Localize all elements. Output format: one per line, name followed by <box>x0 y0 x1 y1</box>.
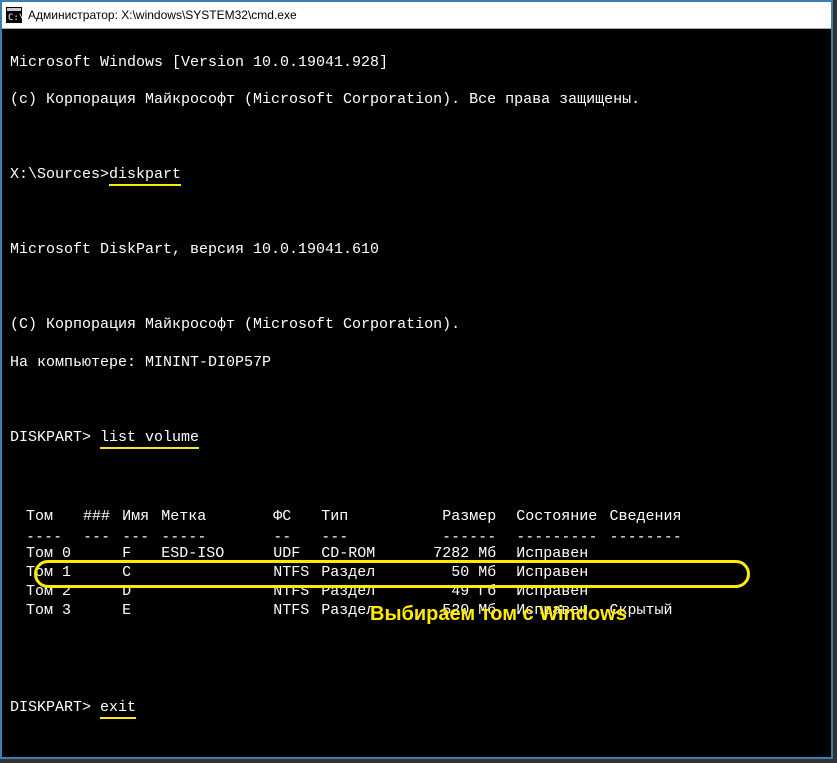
banner-line: Microsoft Windows [Version 10.0.19041.92… <box>10 54 823 73</box>
diskpart-prompt-line: DISKPART> list volume <box>10 429 823 448</box>
prompt-line: X:\Sources>diskpart <box>10 166 823 185</box>
cmd-diskpart: diskpart <box>109 166 181 186</box>
prompt: X:\Sources> <box>10 166 109 183</box>
col-state: Состояние <box>516 508 609 527</box>
banner-line: (c) Корпорация Майкрософт (Microsoft Cor… <box>10 91 823 110</box>
table-row: Том 1 C NTFS Раздел 50 Мб Исправен <box>26 564 694 583</box>
diskpart-prompt-line: DISKPART> exit <box>10 699 823 718</box>
col-name: Имя <box>122 508 161 527</box>
diskpart-prompt: DISKPART> <box>10 429 100 446</box>
table-header-row: Том ### Имя Метка ФС Тип Размер Состояни… <box>26 508 694 527</box>
table-row: Том 0 F ESD-ISO UDF CD-ROM 7282 Мб Испра… <box>26 545 694 564</box>
titlebar[interactable]: C:\ Администратор: X:\windows\SYSTEM32\c… <box>2 2 831 29</box>
cmd-list-volume: list volume <box>100 429 199 449</box>
col-type: Тип <box>321 508 433 527</box>
diskpart-banner: Microsoft DiskPart, версия 10.0.19041.61… <box>10 241 823 260</box>
col-tom: Том <box>26 508 83 527</box>
col-label: Метка <box>161 508 273 527</box>
diskpart-prompt: DISKPART> <box>10 699 100 716</box>
volume-table-wrap: Том ### Имя Метка ФС Тип Размер Состояни… <box>10 485 823 681</box>
table-row-highlighted: Том 2 D NTFS Раздел 49 Гб Исправен <box>26 583 694 602</box>
col-hash: ### <box>83 508 122 527</box>
volume-table: Том ### Имя Метка ФС Тип Размер Состояни… <box>26 508 694 621</box>
diskpart-host: На компьютере: MININT-DI0P57P <box>10 354 823 373</box>
diskpart-copy: (C) Корпорация Майкрософт (Microsoft Cor… <box>10 316 823 335</box>
table-separator: ----------------------------------------… <box>26 527 694 546</box>
col-size: Размер <box>433 508 516 527</box>
cmd-window: C:\ Администратор: X:\windows\SYSTEM32\c… <box>0 0 833 759</box>
svg-text:C:\: C:\ <box>8 13 22 23</box>
window-title: Администратор: X:\windows\SYSTEM32\cmd.e… <box>28 8 297 23</box>
cmd-icon: C:\ <box>6 7 22 23</box>
terminal-content[interactable]: Microsoft Windows [Version 10.0.19041.92… <box>2 29 831 759</box>
table-row: Том 3 E NTFS Раздел 520 Мб Исправен Скры… <box>26 602 694 621</box>
col-info: Сведения <box>610 508 694 527</box>
col-fs: ФС <box>273 508 321 527</box>
cmd-exit: exit <box>100 699 136 719</box>
